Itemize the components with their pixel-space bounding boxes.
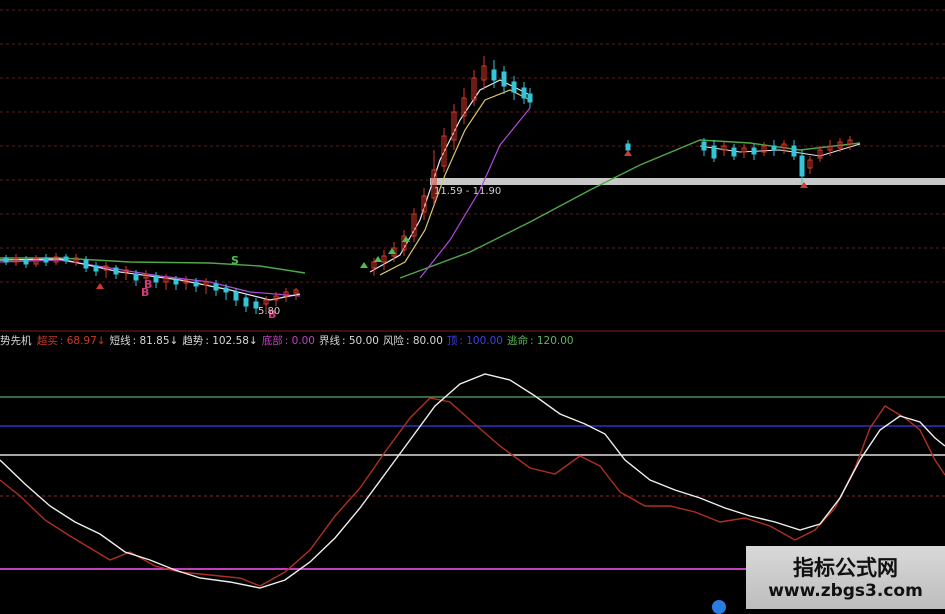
candle-body [751,147,757,155]
arrow-icon [96,283,104,289]
indicator-item-label: 短线 [109,335,131,347]
indicator-item-label: 风险 [382,335,404,347]
indicator-item: 界线: 50.00 [319,335,381,347]
candle-body [83,259,89,269]
watermark-title: 指标公式网 [793,556,898,580]
indicator-item-label: 趋势 [182,335,204,347]
indicator-item-value: : 0.00 [284,335,315,347]
candle-body [3,257,9,263]
signal-marker: S [231,254,239,267]
indicator-item-value: : 102.58↓ [205,335,258,347]
indicator-item-value: : 50.00 [342,335,379,347]
indicator-item-value: : 120.00 [530,335,574,347]
arrow-icon [374,256,382,262]
candle-body [233,291,239,301]
indicator-item-label: 超买 [36,335,58,347]
candle-body [711,145,717,159]
signal-marker: B [144,278,152,291]
indicator-item: 逃命: 120.00 [507,335,576,347]
low-price-label: 5.80 [258,306,281,317]
indicator-item-value: : 80.00 [405,335,443,347]
candle-body [193,281,199,287]
indicator-item: 短线: 81.85↓ [110,335,181,347]
candle-body [799,155,805,177]
indicator-name: 势先机 [0,335,32,347]
indicator-item: 底部: 0.00 [262,335,317,347]
indicator-item-label: 界线 [319,335,340,347]
candle-body [501,71,507,87]
candle-body [133,273,139,281]
candle-body [93,265,99,272]
arrow-icon [360,262,368,268]
indicator-item-value: : 81.85↓ [132,335,179,347]
indicator-item-label: 底部 [261,335,283,347]
candle-body [511,81,517,93]
indicator-readout: 势先机 超买: 68.97↓ 短线: 81.85↓ 趋势: 102.58↓ 底部: 0… [0,333,580,349]
candle-body [701,141,707,151]
watermark-url: www.zbgs3.com [768,581,923,601]
candle-body [173,279,179,285]
indicator-item: 顶: 100.00 [447,335,505,347]
candle-body [63,256,69,262]
price-range-label: 11.59 - 11.90 [434,186,502,197]
arrow-icon [624,150,632,156]
indicator-values: 超买: 68.97↓ 短线: 81.85↓ 趋势: 102.58↓ 底部: 0.00 界… [37,335,578,347]
candle-body [153,275,159,283]
indicator-item-label: 逃命 [507,335,528,347]
arrow-icon [388,248,396,254]
candle-body [243,297,249,307]
support-band [430,178,945,185]
candle-body [223,287,229,293]
stock-chart-canvas[interactable]: SBBB [0,0,945,609]
indicator-item: 趋势: 102.58↓ [182,335,259,347]
candle-body [791,145,797,157]
candle-body [625,143,631,151]
indicator-item-label: 顶 [446,335,458,347]
candle-body [213,283,219,291]
candle-body [23,259,29,265]
indicator-item: 超买: 68.97↓ [37,335,108,347]
candle-body [43,257,49,263]
candle-body [491,69,497,81]
candle-body [521,87,527,99]
indicator-item-value: : 100.00 [459,335,503,347]
candle-body [731,147,737,157]
candle-body [113,267,119,275]
candle-body [527,93,533,103]
indicator-item: 风险: 80.00 [383,335,445,347]
indicator-item-value: : 68.97↓ [59,335,106,347]
candle-body [771,145,777,151]
watermark: 指标公式网 www.zbgs3.com [712,546,945,614]
watermark-dot-icon [712,600,726,614]
